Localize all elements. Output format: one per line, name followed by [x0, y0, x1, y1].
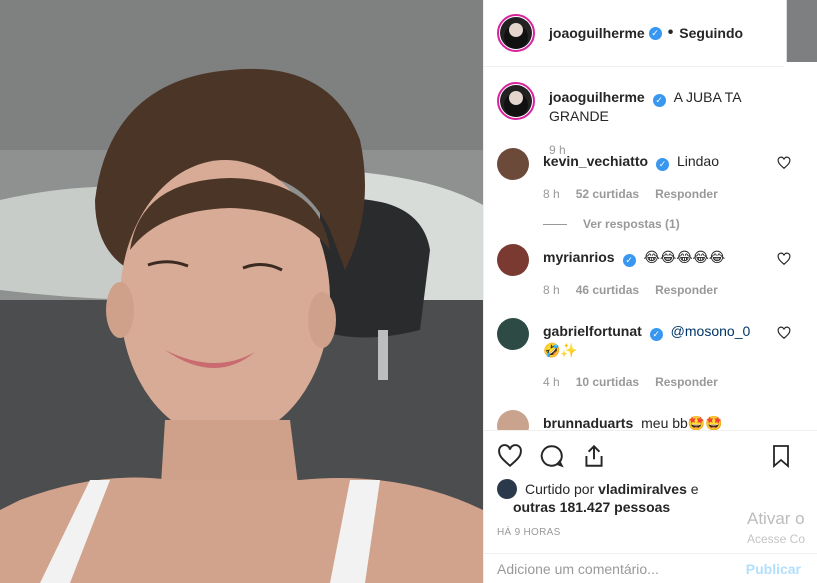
windows-activation-watermark: Ativar o — [747, 509, 805, 528]
comments-list[interactable]: joaoguilherme ✓ A JUBA TA GRANDE 9 h kevi… — [484, 68, 817, 430]
comment-icon[interactable] — [539, 443, 565, 469]
comment: gabrielfortunat ✓ @mosono_0 🤣✨ 4 h 10 cur… — [497, 318, 797, 391]
bookmark-icon[interactable] — [769, 443, 793, 469]
view-replies[interactable]: Ver respostas (1) — [543, 215, 797, 233]
publish-button[interactable]: Publicar — [746, 561, 801, 577]
liker-avatar[interactable] — [497, 479, 517, 499]
share-icon[interactable] — [581, 443, 607, 469]
comment-mention[interactable]: @mosono_0 — [671, 323, 751, 339]
reply-button[interactable]: Responder — [655, 185, 718, 203]
caption-username[interactable]: joaoguilherme — [549, 89, 645, 105]
author-avatar[interactable] — [497, 14, 535, 52]
post-panel: joaoguilherme ✓ • Seguindo joaoguilherme… — [483, 0, 817, 583]
heart-icon[interactable] — [777, 326, 791, 340]
post-header: joaoguilherme ✓ • Seguindo — [484, 0, 784, 67]
comment-likes[interactable]: 46 curtidas — [576, 281, 639, 299]
commenter-username[interactable]: gabrielfortunat — [543, 323, 642, 339]
heart-icon[interactable] — [497, 443, 523, 469]
verified-icon: ✓ — [652, 94, 666, 107]
heart-icon[interactable] — [777, 252, 791, 266]
commenter-username[interactable]: brunnaduarts — [543, 415, 633, 430]
commenter-avatar[interactable] — [497, 148, 529, 180]
caption-avatar[interactable] — [497, 82, 535, 120]
reply-button[interactable]: Responder — [655, 281, 718, 299]
add-comment-bar: Adicione um comentário... Publicar — [484, 553, 817, 583]
comment-input[interactable]: Adicione um comentário... — [497, 561, 659, 577]
comment-text-line2: 🤣✨ — [543, 342, 578, 358]
comment-age: 8 h — [543, 283, 560, 297]
liker-username[interactable]: vladimiralves — [598, 481, 687, 497]
comment: brunnaduarts meu bb🤩🤩 — [497, 410, 797, 430]
comment-age: 4 h — [543, 375, 560, 389]
comment-text: Lindao — [676, 153, 719, 169]
verified-icon: ✓ — [656, 158, 670, 171]
selfie-image — [0, 0, 483, 583]
comment-likes[interactable]: 10 curtidas — [576, 373, 639, 391]
separator-dot: • — [667, 24, 674, 41]
post-photo[interactable] — [0, 0, 483, 583]
liked-by: Curtido por vladimiralves e — [497, 479, 805, 499]
follow-status-button[interactable]: Seguindo — [679, 25, 743, 41]
comment-likes[interactable]: 52 curtidas — [576, 185, 639, 203]
view-replies-label: Ver respostas (1) — [583, 217, 680, 231]
author-username[interactable]: joaoguilherme — [549, 25, 645, 41]
commenter-avatar[interactable] — [497, 318, 529, 350]
next-post-thumbnail[interactable] — [786, 0, 817, 62]
liked-prefix: Curtido por — [525, 481, 595, 497]
comment-age: 8 h — [543, 187, 560, 201]
comment-text: meu bb🤩🤩 — [641, 415, 723, 430]
comment-text: 😂😂😂😂😂 — [643, 249, 726, 265]
verified-icon: ✓ — [648, 26, 662, 40]
comment: kevin_vechiatto ✓ Lindao 8 h 52 curtidas … — [497, 148, 797, 233]
windows-activation-subtext: Acesse Co — [747, 532, 806, 546]
commenter-avatar[interactable] — [497, 410, 529, 430]
comment: myrianrios ✓ 😂😂😂😂😂 8 h 46 curtidas Respon… — [497, 244, 797, 299]
commenter-username[interactable]: kevin_vechiatto — [543, 153, 648, 169]
reply-button[interactable]: Responder — [655, 373, 718, 391]
commenter-username[interactable]: myrianrios — [543, 249, 615, 265]
commenter-avatar[interactable] — [497, 244, 529, 276]
verified-icon: ✓ — [649, 328, 663, 341]
heart-icon[interactable] — [777, 156, 791, 170]
liked-suffix: e — [690, 481, 699, 497]
verified-icon: ✓ — [622, 254, 636, 267]
